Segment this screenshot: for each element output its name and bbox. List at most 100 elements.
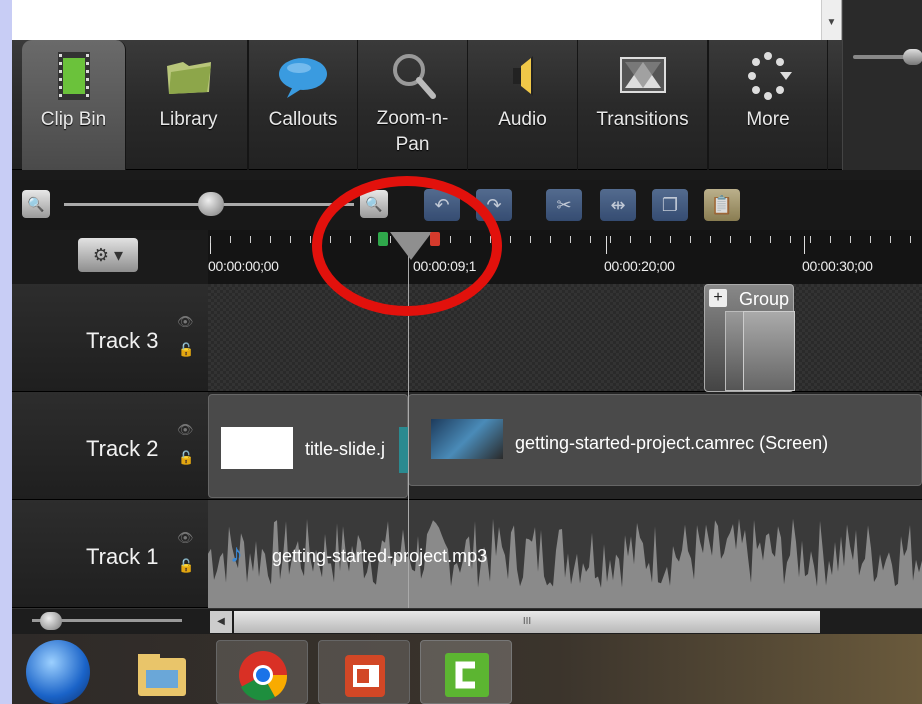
track-3-name: Track 3 — [86, 328, 159, 353]
ruler-minor-tick — [910, 236, 911, 243]
split-button[interactable]: ⇹ — [600, 189, 636, 221]
zoom-out-icon: 🔍 — [27, 195, 45, 212]
tab-library-label: Library — [159, 109, 218, 130]
ruler-minor-tick — [210, 236, 211, 243]
ruler-minor-tick — [690, 236, 691, 243]
ruler-minor-tick — [290, 236, 291, 243]
track-2-header[interactable]: Track 2 👁 🔓 — [12, 392, 208, 500]
eye-icon[interactable]: 👁 — [177, 314, 194, 330]
screen-clip-label: getting-started-project.camrec (Screen) — [515, 433, 829, 453]
tab-zoom-n-pan-label: Zoom-n- Pan — [376, 108, 449, 155]
track-2-name: Track 2 — [86, 436, 159, 461]
title-slide-clip-label: title-slide.j — [305, 439, 386, 459]
track-3-lane[interactable]: + Group — [208, 284, 922, 392]
camtasia-icon — [445, 653, 489, 697]
tab-audio[interactable]: Audio — [468, 40, 578, 170]
copy-button[interactable]: ❐ — [652, 189, 688, 221]
lock-icon[interactable]: 🔓 — [178, 450, 194, 466]
timeline-settings-button[interactable]: ⚙ ▾ — [78, 238, 138, 272]
magnifier-icon — [392, 54, 436, 99]
ruler-minor-tick — [890, 236, 891, 243]
ruler-minor-tick — [650, 236, 651, 243]
more-icon — [748, 52, 792, 100]
ruler-minor-tick — [610, 236, 611, 243]
tab-callouts-label: Callouts — [268, 109, 338, 130]
scroll-grip: III — [522, 616, 532, 627]
timeline-zoom-knob[interactable] — [198, 192, 224, 216]
tab-clip-bin-label: Clip Bin — [40, 109, 107, 130]
ruler-minor-tick — [870, 236, 871, 243]
ruler-minor-tick — [570, 236, 571, 243]
tab-callouts[interactable]: Callouts — [248, 40, 358, 170]
tab-more[interactable]: More — [708, 40, 828, 170]
paste-button[interactable]: 📋 — [704, 189, 740, 221]
tab-transitions[interactable]: Transitions — [578, 40, 708, 170]
tab-library[interactable]: Library — [130, 40, 248, 170]
film-strip-icon — [57, 52, 90, 100]
track-2-lane[interactable]: title-slide.j getting-started-project.ca… — [208, 392, 922, 500]
volume-slider-knob[interactable] — [903, 49, 922, 65]
ruler-label-3: 00:00:30;00 — [802, 258, 873, 274]
timeline-scrollbar[interactable]: ◀ III — [12, 608, 922, 634]
tab-more-label: More — [746, 109, 790, 130]
title-slide-clip[interactable]: title-slide.j — [208, 394, 413, 498]
speech-bubble-icon — [279, 58, 327, 98]
lock-icon[interactable]: 🔓 — [178, 342, 194, 358]
ruler-minor-tick — [750, 236, 751, 243]
clip-tabs-toolbar: Clip Bin Library Callouts Zoom-n- Pan Au… — [12, 40, 842, 170]
camtasia-window: ▼ Clip Bin Library Callouts Zoom-n- Pan … — [12, 0, 922, 704]
chrome-icon — [239, 651, 288, 701]
cut-button[interactable]: ✂ — [546, 189, 582, 221]
folder-icon — [166, 62, 211, 94]
title-slide-thumbnail — [221, 427, 293, 469]
ruler-label-0: 00:00:00;00 — [208, 258, 279, 274]
ruler-minor-tick — [710, 236, 711, 243]
expand-group-icon[interactable]: + — [709, 289, 727, 307]
ruler-minor-tick — [530, 236, 531, 243]
start-button[interactable] — [26, 640, 90, 704]
eye-icon[interactable]: 👁 — [177, 530, 194, 546]
tab-audio-label: Audio — [498, 109, 547, 130]
track-1-name: Track 1 — [86, 544, 159, 569]
tab-clip-bin[interactable]: Clip Bin — [22, 40, 126, 170]
ruler-minor-tick — [270, 236, 271, 243]
ruler-minor-tick — [250, 236, 251, 243]
music-note-icon: ♪ — [230, 538, 243, 568]
ruler-minor-tick — [790, 236, 791, 243]
group-clip-stack — [743, 311, 795, 391]
group-clip[interactable]: + Group — [704, 284, 795, 392]
track-3-header[interactable]: Track 3 👁 🔓 — [12, 284, 208, 392]
ruler-label-2: 00:00:20;00 — [604, 258, 675, 274]
track-1-header[interactable]: Track 1 👁 🔓 — [12, 500, 208, 608]
scroll-down-arrow[interactable]: ▼ — [821, 0, 841, 40]
speaker-icon — [512, 56, 533, 96]
annotation-circle — [312, 176, 502, 316]
ruler-major-tick — [606, 236, 607, 254]
ruler-minor-tick — [810, 236, 811, 243]
taskbar-explorer[interactable] — [116, 640, 208, 704]
lock-icon[interactable]: 🔓 — [178, 558, 194, 574]
track-height-knob[interactable] — [40, 612, 62, 630]
folder-icon — [138, 654, 186, 696]
ruler-minor-tick — [230, 236, 231, 243]
tab-zoom-n-pan[interactable]: Zoom-n- Pan — [358, 40, 468, 170]
scissors-icon: ✂ — [556, 194, 572, 215]
scroll-thumb[interactable]: III — [234, 611, 820, 633]
audio-clip-label: getting-started-project.mp3 — [272, 546, 488, 566]
taskbar-camtasia[interactable] — [420, 640, 512, 704]
powerpoint-icon — [345, 655, 385, 697]
taskbar-powerpoint[interactable] — [318, 640, 410, 704]
scroll-left-arrow[interactable]: ◀ — [210, 611, 232, 633]
taskbar-chrome[interactable] — [216, 640, 308, 704]
track-1-lane[interactable]: ♪ getting-started-project.mp3 — [208, 500, 922, 608]
top-panel: ▼ — [12, 0, 842, 40]
ruler-minor-tick — [830, 236, 831, 243]
eye-icon[interactable]: 👁 — [177, 422, 194, 438]
ruler-minor-tick — [510, 236, 511, 243]
ruler-minor-tick — [550, 236, 551, 243]
preview-volume-panel — [842, 0, 922, 170]
zoom-out-button[interactable]: 🔍 — [22, 190, 50, 218]
copy-icon: ❐ — [661, 194, 679, 215]
tab-transitions-label: Transitions — [596, 109, 689, 130]
screen-recording-clip[interactable]: getting-started-project.camrec (Screen) — [408, 394, 922, 486]
